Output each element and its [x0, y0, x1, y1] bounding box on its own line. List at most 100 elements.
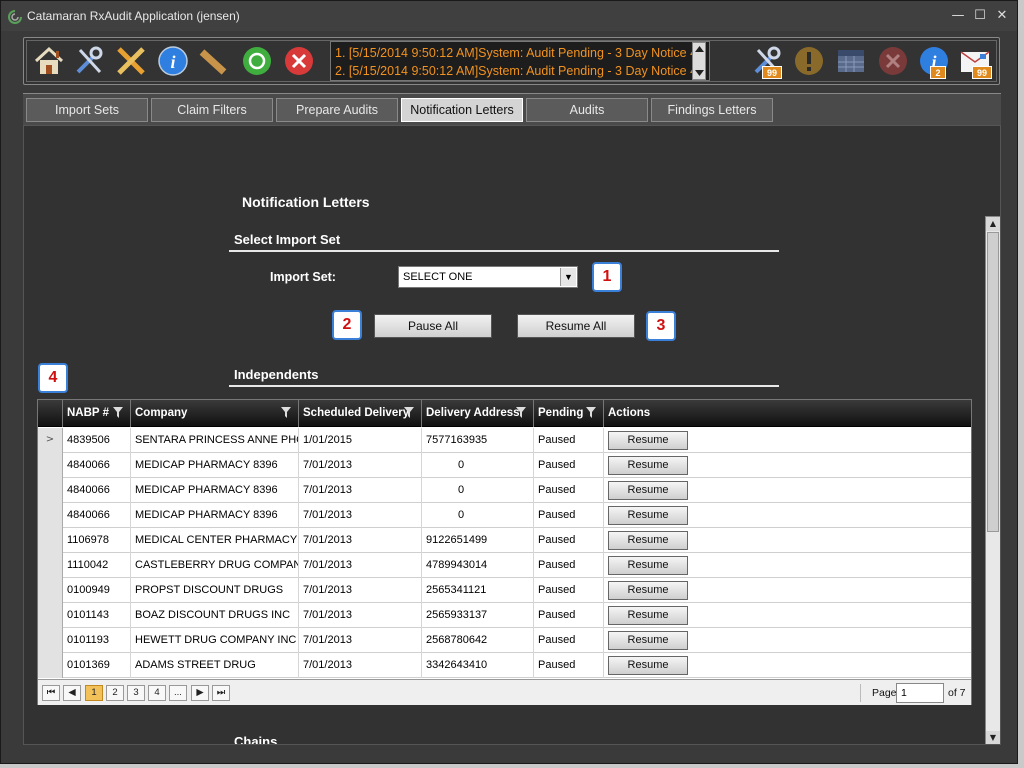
column-header-delivery-address[interactable]: Delivery Address — [422, 400, 534, 427]
maximize-button[interactable]: ☐ — [971, 7, 989, 25]
table-row[interactable]: 0101143 BOAZ DISCOUNT DRUGS INC 7/01/2013 2… — [38, 603, 971, 628]
last-page-button[interactable]: ⏭ — [212, 685, 230, 701]
mail-count-badge: 99 — [972, 66, 992, 79]
cell-nabp: 1106978 — [63, 528, 131, 553]
ruler-icon[interactable] — [196, 44, 230, 78]
section-divider — [229, 385, 779, 387]
cell-company: HEWETT DRUG COMPANY INC — [131, 628, 299, 653]
table-row[interactable]: 1106978 MEDICAL CENTER PHARMACY 7/01/2013 9… — [38, 528, 971, 553]
recycle-icon[interactable] — [240, 44, 274, 78]
cell-address: 4789943014 — [422, 553, 534, 578]
scroll-down-icon[interactable]: ▼ — [986, 731, 1000, 744]
row-selector[interactable] — [38, 653, 63, 678]
resume-all-button[interactable]: Resume All — [517, 314, 635, 338]
filter-icon[interactable] — [281, 407, 291, 418]
tools-icon[interactable] — [72, 44, 106, 78]
prev-page-button[interactable]: ◀ — [63, 685, 81, 701]
resume-button[interactable]: Resume — [608, 506, 688, 525]
row-selector[interactable] — [38, 628, 63, 653]
column-header-scheduled-delivery[interactable]: Scheduled Delivery — [299, 400, 422, 427]
scroll-thumb[interactable] — [987, 232, 999, 532]
table-row[interactable]: >4839506 SENTARA PRINCESS ANNE PHCY 1/01/2… — [38, 428, 971, 453]
column-header-actions: Actions — [608, 407, 651, 419]
scroll-down-icon[interactable] — [695, 69, 704, 77]
row-selector[interactable] — [38, 553, 63, 578]
tab-claim-filters[interactable]: Claim Filters — [151, 98, 273, 122]
first-page-button[interactable]: ⏮ — [42, 685, 60, 701]
main-toolbar: i 1. [5/15/2014 9:50:12 AM]System: Audit… — [23, 37, 1000, 85]
next-page-button[interactable]: ▶ — [191, 685, 209, 701]
resume-button[interactable]: Resume — [608, 531, 688, 550]
filter-icon[interactable] — [516, 407, 526, 418]
system-messages[interactable]: 1. [5/15/2014 9:50:12 AM]System: Audit P… — [330, 41, 710, 81]
page-3-button[interactable]: 3 — [127, 685, 145, 701]
tab-prepare-audits[interactable]: Prepare Audits — [276, 98, 398, 122]
page-4-button[interactable]: 4 — [148, 685, 166, 701]
pause-all-button[interactable]: Pause All — [374, 314, 492, 338]
messages-scrollbar[interactable] — [692, 42, 706, 80]
resume-button[interactable]: Resume — [608, 481, 688, 500]
window-title: Catamaran RxAudit Application (jensen) — [27, 9, 240, 23]
resume-button[interactable]: Resume — [608, 631, 688, 650]
table-row[interactable]: 4840066 MEDICAP PHARMACY 8396 7/01/2013 0 Pa… — [38, 478, 971, 503]
filter-icon[interactable] — [113, 407, 123, 418]
resume-button[interactable]: Resume — [608, 431, 688, 450]
column-header-company[interactable]: Company — [131, 400, 299, 427]
row-selector[interactable] — [38, 528, 63, 553]
message-item[interactable]: 2. [5/15/2014 9:50:12 AM]System: Audit P… — [335, 64, 704, 78]
cell-company: MEDICAP PHARMACY 8396 — [131, 453, 299, 478]
pencil-ruler-icon[interactable] — [114, 44, 148, 78]
tab-audits[interactable]: Audits — [526, 98, 648, 122]
row-selector[interactable] — [38, 453, 63, 478]
table-row[interactable]: 4840066 MEDICAP PHARMACY 8396 7/01/2013 0 Pa… — [38, 503, 971, 528]
table-row[interactable]: 0100949 PROPST DISCOUNT DRUGS 7/01/2013 256… — [38, 578, 971, 603]
resume-button[interactable]: Resume — [608, 656, 688, 675]
table-row[interactable]: 0101193 HEWETT DRUG COMPANY INC 7/01/2013 2… — [38, 628, 971, 653]
warning-icon[interactable] — [792, 44, 826, 78]
cancel-disabled-icon[interactable] — [876, 44, 910, 78]
row-selector[interactable]: > — [38, 428, 63, 453]
main-tabs: Import Sets Claim Filters Prepare Audits… — [23, 93, 1001, 125]
tab-notification-letters[interactable]: Notification Letters — [401, 98, 523, 122]
home-icon[interactable] — [32, 44, 66, 78]
table-row[interactable]: 1110042 CASTLEBERRY DRUG COMPANY 7/01/2013… — [38, 553, 971, 578]
column-header-nabp[interactable]: NABP # — [63, 400, 131, 427]
message-item[interactable]: 1. [5/15/2014 9:50:12 AM]System: Audit P… — [335, 46, 704, 60]
scroll-up-icon[interactable] — [695, 45, 704, 53]
panel-scrollbar[interactable]: ▲ ▼ — [985, 216, 1000, 744]
scroll-up-icon[interactable]: ▲ — [986, 217, 1000, 231]
resume-button[interactable]: Resume — [608, 606, 688, 625]
page-number-input[interactable]: 1 — [896, 683, 944, 703]
filter-icon[interactable] — [404, 407, 414, 418]
calendar-icon[interactable] — [834, 44, 868, 78]
more-pages-button[interactable]: ... — [169, 685, 187, 701]
cell-pending: Paused — [534, 503, 604, 528]
import-set-select[interactable]: SELECT ONE ▼ — [398, 266, 578, 288]
cell-pending: Paused — [534, 478, 604, 503]
cancel-icon[interactable] — [282, 44, 316, 78]
cell-pending: Paused — [534, 528, 604, 553]
table-row[interactable]: 4840066 MEDICAP PHARMACY 8396 7/01/2013 0 Pa… — [38, 453, 971, 478]
resume-button[interactable]: Resume — [608, 581, 688, 600]
page-2-button[interactable]: 2 — [106, 685, 124, 701]
row-selector[interactable] — [38, 578, 63, 603]
column-header-pending[interactable]: Pending — [534, 400, 604, 427]
cell-nabp: 1110042 — [63, 553, 131, 578]
resume-button[interactable]: Resume — [608, 456, 688, 475]
table-row[interactable]: 0101369 ADAMS STREET DRUG 7/01/2013 3342643… — [38, 653, 971, 678]
tab-findings-letters[interactable]: Findings Letters — [651, 98, 773, 122]
resume-button[interactable]: Resume — [608, 556, 688, 575]
tab-import-sets[interactable]: Import Sets — [26, 98, 148, 122]
close-window-button[interactable]: ✕ — [993, 7, 1011, 25]
page-1-button[interactable]: 1 — [85, 685, 103, 701]
cell-nabp: 4839506 — [63, 428, 131, 453]
info-icon[interactable]: i — [156, 44, 190, 78]
minimize-button[interactable]: — — [949, 7, 967, 25]
dropdown-arrow-icon[interactable]: ▼ — [560, 268, 576, 286]
row-selector[interactable] — [38, 503, 63, 528]
row-selector[interactable] — [38, 478, 63, 503]
row-selector[interactable] — [38, 603, 63, 628]
title-bar[interactable]: Catamaran RxAudit Application (jensen) —… — [1, 1, 1017, 31]
filter-icon[interactable] — [586, 407, 596, 418]
cell-delivery: 7/01/2013 — [299, 578, 422, 603]
